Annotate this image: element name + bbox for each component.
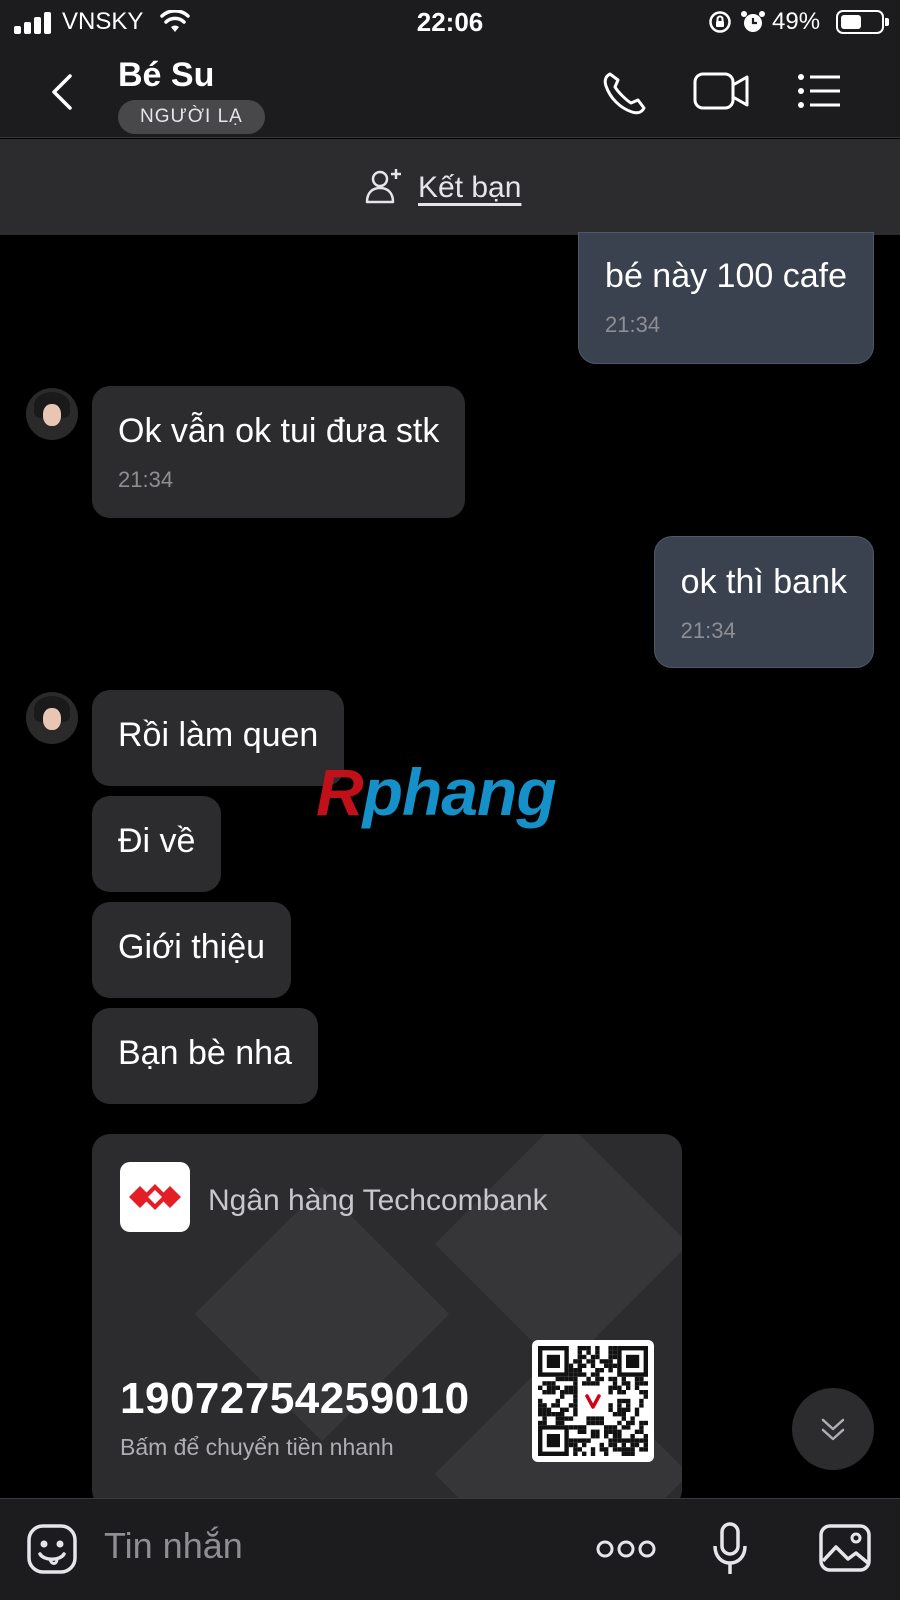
message-text: Rồi làm quen bbox=[118, 716, 319, 754]
add-friend-button[interactable]: Kết bạn bbox=[418, 171, 521, 205]
message-bubble-incoming[interactable]: Ok vẫn ok tui đưa stk 21:34 bbox=[92, 386, 466, 518]
qr-code[interactable] bbox=[532, 1340, 654, 1462]
phone-call-icon[interactable] bbox=[600, 68, 650, 116]
stranger-badge: NGƯỜI LẠ bbox=[118, 100, 265, 134]
message-text: ok thì bank bbox=[680, 563, 847, 601]
watermark-logo: Rphang bbox=[316, 755, 557, 829]
microphone-icon[interactable] bbox=[712, 1521, 748, 1577]
transfer-hint: Bấm để chuyển tiền nhanh bbox=[120, 1434, 394, 1460]
message-text: Bạn bè nha bbox=[118, 1034, 292, 1072]
message-bubble-outgoing[interactable]: ok thì bank 21:34 bbox=[653, 536, 874, 668]
image-gallery-icon[interactable] bbox=[818, 1523, 872, 1573]
message-input[interactable]: Tin nhắn bbox=[104, 1525, 243, 1567]
message-timestamp: 21:34 bbox=[118, 467, 174, 492]
message-bubble-outgoing[interactable]: bé này 100 cafe 21:34 bbox=[578, 232, 874, 364]
video-call-icon[interactable] bbox=[692, 68, 752, 114]
message-text: Giới thiệu bbox=[118, 928, 266, 966]
chat-header: Bé Su NGƯỜI LẠ bbox=[0, 44, 900, 138]
alarm-icon bbox=[741, 11, 765, 32]
message-text: Ok vẫn ok tui đưa stk bbox=[118, 412, 440, 450]
avatar[interactable] bbox=[26, 692, 78, 744]
bank-name: Ngân hàng Techcombank bbox=[208, 1184, 548, 1217]
message-bubble-incoming[interactable]: Đi về bbox=[92, 796, 222, 892]
battery-icon bbox=[836, 10, 889, 34]
message-bubble-incoming[interactable]: Giới thiệu bbox=[92, 902, 292, 998]
message-timestamp: 21:34 bbox=[680, 618, 736, 643]
techcombank-logo-icon bbox=[120, 1162, 190, 1232]
avatar[interactable] bbox=[26, 388, 78, 440]
message-timestamp: 21:34 bbox=[605, 312, 661, 337]
more-options-icon[interactable] bbox=[596, 1537, 656, 1561]
account-number: 19072754259010 bbox=[120, 1374, 470, 1423]
message-bubble-incoming[interactable]: Rồi làm quen bbox=[92, 690, 345, 786]
battery-percent: 49% bbox=[772, 8, 821, 35]
message-composer: Tin nhắn bbox=[0, 1498, 900, 1600]
message-text: Đi về bbox=[118, 822, 196, 860]
double-chevron-down-icon bbox=[821, 1418, 845, 1441]
message-text: bé này 100 cafe bbox=[605, 257, 847, 295]
scroll-to-bottom-button[interactable] bbox=[792, 1388, 874, 1470]
status-bar: VNSKY 22:06 49% bbox=[0, 0, 900, 44]
bank-transfer-card[interactable]: Ngân hàng Techcombank 19072754259010 Bấm… bbox=[92, 1134, 682, 1508]
sticker-icon[interactable] bbox=[26, 1523, 78, 1575]
back-icon[interactable] bbox=[44, 70, 78, 114]
rotation-lock-icon bbox=[709, 11, 731, 33]
message-bubble-incoming[interactable]: Bạn bè nha bbox=[92, 1008, 318, 1104]
add-friend-bar[interactable]: Kết bạn bbox=[0, 139, 900, 235]
contact-name[interactable]: Bé Su bbox=[118, 56, 214, 95]
add-friend-icon bbox=[365, 169, 401, 204]
menu-icon[interactable] bbox=[796, 68, 844, 114]
